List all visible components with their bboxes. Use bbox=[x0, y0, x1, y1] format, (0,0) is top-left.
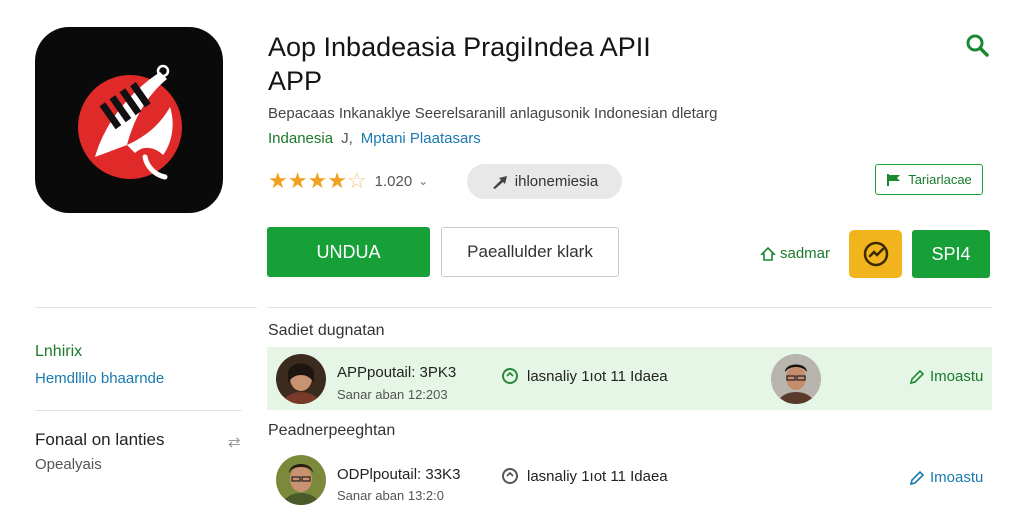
install-button[interactable]: UNDUA bbox=[267, 227, 430, 277]
star-icon: ★ bbox=[327, 168, 347, 193]
row-message: lasnaliy 1ıot 11 Idaea bbox=[501, 467, 668, 485]
region-pill[interactable]: ihlonemiesia bbox=[467, 164, 622, 199]
sidebar-section-title: Fonaal on lanties bbox=[35, 430, 165, 449]
divider bbox=[35, 410, 242, 411]
row-action-link[interactable]: Imoastu bbox=[909, 469, 983, 486]
link-icon bbox=[502, 368, 518, 384]
secondary-button[interactable]: Paeallulder klark bbox=[441, 227, 619, 277]
app-title-line1: Aop Inbadeasia PragiIndea APII bbox=[268, 32, 651, 62]
app-logo-icon bbox=[78, 64, 182, 180]
wishlist-link[interactable]: sadmar bbox=[760, 245, 830, 262]
rating-count: 1.020 bbox=[374, 172, 413, 190]
rating: ★★★★☆ 1.020 ⌄ bbox=[268, 168, 428, 194]
star-icon: ★ bbox=[307, 168, 328, 193]
row-message: lasnaliy 1ıot 11 Idaea bbox=[501, 367, 668, 385]
share-button[interactable]: SPI4 bbox=[912, 230, 990, 278]
search-icon bbox=[966, 34, 989, 57]
row-message-text: lasnaliy 1ıot 11 Idaea bbox=[527, 467, 668, 485]
app-description: Bepacaas Inkanaklye Seerelsaranill anlag… bbox=[268, 105, 718, 122]
flag-icon bbox=[887, 173, 901, 186]
row-action-link[interactable]: Imoastu bbox=[909, 368, 983, 385]
row-date: Sanar aban 12:203 bbox=[337, 387, 448, 402]
star-icon: ★ bbox=[287, 168, 308, 193]
star-rating: ★★★★☆ bbox=[268, 168, 367, 194]
region-pill-label: ihlonemiesia bbox=[514, 173, 599, 190]
drag-handle-icon[interactable]: ⇄ bbox=[228, 433, 241, 451]
app-title-line2: APP bbox=[268, 66, 323, 96]
list-item[interactable]: ODPlpoutail: 33K3 Sanar aban 13:2:0 lasn… bbox=[267, 449, 992, 512]
emoji-badge[interactable] bbox=[849, 230, 902, 278]
section-title-1: Sadiet dugnatan bbox=[268, 322, 385, 339]
row-action-label: Imoastu bbox=[930, 368, 984, 385]
sidebar-heading: Lnhirix bbox=[35, 343, 83, 360]
avatar bbox=[771, 354, 821, 404]
star-icon: ☆ bbox=[346, 168, 367, 193]
category-secondary-link[interactable]: Mptani Plaatasars bbox=[361, 130, 481, 147]
category-line: Indanesia J, Mptani Plaatasars bbox=[268, 130, 481, 147]
avatar bbox=[276, 455, 326, 505]
row-action-label: Imoastu bbox=[930, 469, 984, 486]
row-name: APPpoutail: 3PK3 bbox=[337, 364, 457, 381]
search-button[interactable] bbox=[962, 30, 992, 60]
edit-pencil-icon bbox=[909, 369, 925, 384]
link-icon bbox=[502, 468, 518, 484]
star-icon: ★ bbox=[268, 168, 288, 193]
row-date: Sanar aban 13:2:0 bbox=[337, 488, 444, 503]
chevron-down-icon[interactable]: ⌄ bbox=[418, 174, 428, 188]
list-item[interactable]: APPpoutail: 3PK3 Sanar aban 12:203 lasna… bbox=[267, 347, 992, 410]
category-separator: J, bbox=[341, 130, 353, 147]
row-name: ODPlpoutail: 33K3 bbox=[337, 466, 461, 483]
divider bbox=[35, 307, 257, 308]
app-title: Aop Inbadeasia PragiIndea APII APP bbox=[268, 30, 651, 98]
sidebar-section-subtitle: Opealyais bbox=[35, 456, 102, 473]
divider bbox=[267, 307, 992, 308]
emoji-badge-icon bbox=[863, 241, 888, 267]
edit-pencil-icon bbox=[909, 470, 925, 485]
top-action-label: Tariarlacae bbox=[908, 172, 972, 187]
app-icon bbox=[35, 27, 223, 213]
top-action-button[interactable]: Tariarlacae bbox=[875, 164, 983, 195]
section-title-2: Peadnerpeeghtan bbox=[268, 422, 396, 439]
share-arrow-icon bbox=[492, 175, 507, 189]
home-icon bbox=[760, 246, 776, 261]
sidebar-link[interactable]: Hemdllilo bhaarnde bbox=[35, 370, 164, 387]
avatar bbox=[276, 354, 326, 404]
row-message-text: lasnaliy 1ıot 11 Idaea bbox=[527, 367, 668, 385]
wishlist-label: sadmar bbox=[780, 245, 831, 262]
category-primary-link[interactable]: Indanesia bbox=[268, 130, 333, 147]
